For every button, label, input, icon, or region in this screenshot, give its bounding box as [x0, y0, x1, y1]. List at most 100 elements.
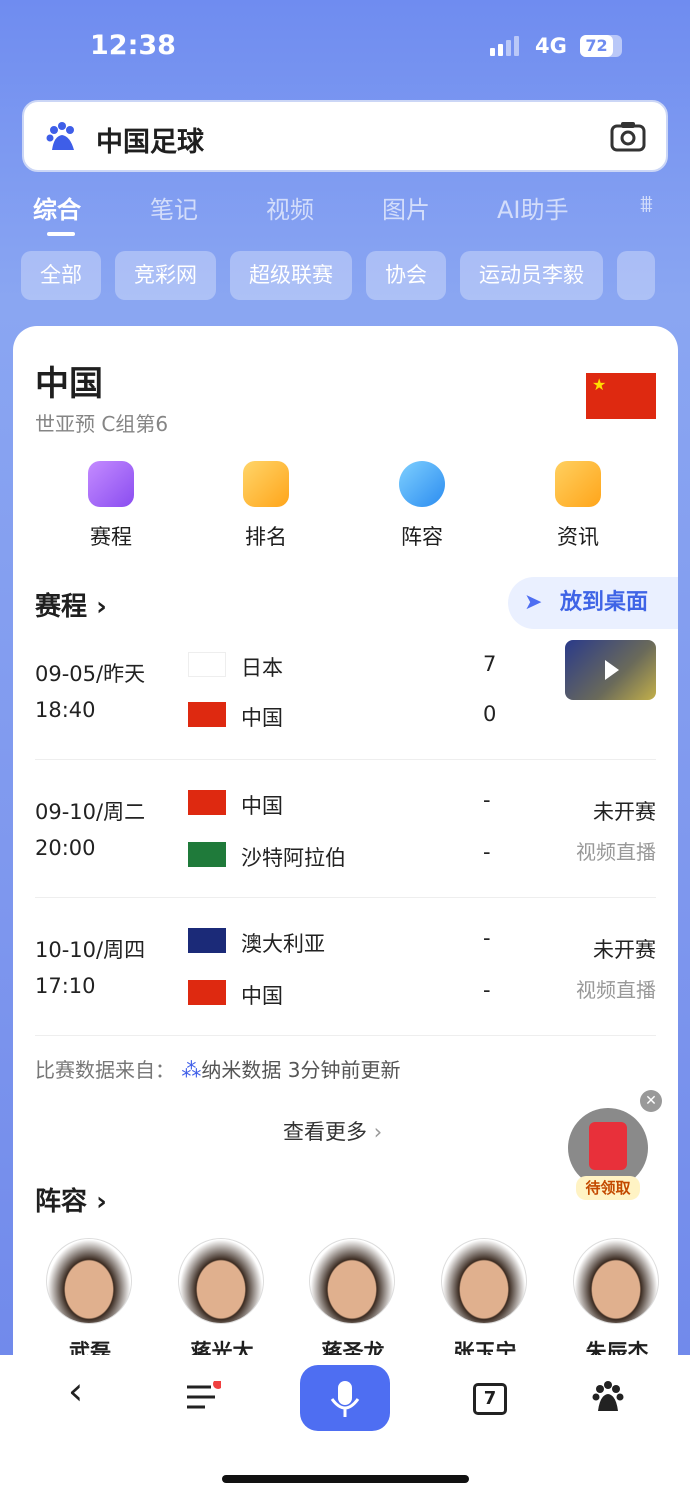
match-time: 18:40: [35, 698, 96, 722]
quick-label: 排名: [245, 525, 287, 549]
chip[interactable]: 协会: [366, 251, 446, 300]
chip[interactable]: 竞彩网: [115, 251, 216, 300]
away-team: 中国: [241, 706, 283, 730]
player[interactable]: 张玉宁: [441, 1238, 529, 1366]
schedule-heading[interactable]: 赛程 ›: [35, 586, 107, 623]
quick-lineup[interactable]: 阵容: [372, 461, 472, 551]
quick-news[interactable]: 资讯: [528, 461, 628, 551]
calendar-check-icon: [88, 461, 134, 507]
player[interactable]: 蒋圣龙: [309, 1238, 397, 1366]
live-link[interactable]: 视频直播: [576, 836, 656, 865]
australia-flag-icon: [188, 928, 226, 953]
network-label: 4G: [535, 34, 567, 58]
baidu-logo-icon: [46, 122, 74, 150]
nami-logo-icon: ⁂: [181, 1058, 202, 1082]
microphone-icon: [330, 1381, 360, 1417]
chip[interactable]: 超级联赛: [230, 251, 352, 300]
chip[interactable]: 全部: [21, 251, 101, 300]
away-team: 中国: [241, 984, 283, 1008]
quick-schedule[interactable]: 赛程: [61, 461, 161, 551]
team-subtitle: 世亚预 C组第6: [35, 412, 169, 436]
tabs-count-button[interactable]: 7: [473, 1383, 507, 1415]
tab-all[interactable]: 综合: [33, 190, 81, 236]
view-more-button[interactable]: 查看更多 ›: [283, 1116, 382, 1146]
status-bar: 12:38 4G 72: [0, 0, 690, 90]
saudi-flag-icon: [188, 842, 226, 867]
team-name: 中国: [35, 364, 103, 404]
tab-images[interactable]: 图片: [382, 190, 430, 225]
player-avatar: [178, 1238, 264, 1324]
home-score: -: [483, 926, 491, 950]
clock: 12:38: [90, 30, 176, 61]
quick-label: 赛程: [90, 525, 132, 549]
match-time: 20:00: [35, 836, 96, 860]
away-team: 沙特阿拉伯: [241, 846, 346, 870]
away-score: 0: [483, 702, 497, 726]
match-time: 17:10: [35, 974, 96, 998]
signal-icon: [490, 36, 519, 56]
home-score: -: [483, 788, 491, 812]
home-team: 日本: [241, 656, 283, 680]
red-envelope-icon: [589, 1122, 627, 1170]
menu-icon[interactable]: [185, 1381, 221, 1413]
home-team: 中国: [241, 794, 283, 818]
red-packet-float[interactable]: 待领取: [568, 1108, 648, 1200]
match-date: 09-05/昨天: [35, 662, 146, 686]
chart-icon: [243, 461, 289, 507]
match-row[interactable]: 09-10/周二 20:00 中国 沙特阿拉伯 - - 未开赛 视频直播: [35, 760, 656, 898]
tab-notes[interactable]: 笔记: [150, 190, 198, 225]
china-flag-icon: [188, 702, 226, 727]
chip[interactable]: 运动员李毅: [460, 251, 603, 300]
tab-ai[interactable]: AI助手: [497, 190, 569, 225]
red-packet-label: 待领取: [576, 1176, 640, 1200]
search-input[interactable]: 中国足球: [96, 120, 204, 159]
schedule-title: 赛程: [35, 592, 88, 622]
filter-chips: 全部 竞彩网 超级联赛 协会 运动员李毅: [21, 251, 655, 300]
home-score: 7: [483, 652, 497, 676]
match-status: 未开赛: [593, 800, 656, 824]
filter-icon[interactable]: ⩩: [640, 190, 653, 218]
player-avatar: [46, 1238, 132, 1324]
away-score: -: [483, 840, 491, 864]
match-row[interactable]: 10-10/周四 17:10 澳大利亚 中国 - - 未开赛 视频直播: [35, 898, 656, 1036]
china-flag-icon: [188, 980, 226, 1005]
folder-icon: [555, 461, 601, 507]
video-thumbnail[interactable]: [565, 640, 656, 700]
chevron-right-icon: ›: [373, 1120, 383, 1144]
match-date: 10-10/周四: [35, 938, 146, 962]
live-link[interactable]: 视频直播: [576, 974, 656, 1003]
quick-label: 资讯: [557, 525, 599, 549]
match-status: 未开赛: [593, 938, 656, 962]
baidu-home-icon[interactable]: [590, 1379, 626, 1415]
player[interactable]: 武磊: [46, 1238, 134, 1366]
data-source: 比赛数据来自： ⁂纳米数据 3分钟前更新: [35, 1054, 400, 1083]
lineup-title: 阵容: [35, 1187, 88, 1217]
quick-ranking[interactable]: 排名: [216, 461, 316, 551]
player-avatar: [573, 1238, 659, 1324]
home-indicator[interactable]: [222, 1475, 469, 1483]
view-more-label: 查看更多: [283, 1120, 367, 1144]
player[interactable]: 蒋光太: [178, 1238, 266, 1366]
back-icon[interactable]: ‹: [68, 1369, 83, 1413]
person-icon: [399, 461, 445, 507]
team-card: 中国 世亚预 C组第6 ★ 赛程 排名 阵容 资讯 赛程 › ➤ 放到桌面 09-…: [13, 326, 678, 1366]
match-row[interactable]: 09-05/昨天 18:40 日本 中国 7 0: [35, 622, 656, 760]
japan-flag-icon: [188, 652, 226, 677]
battery-icon: 72: [580, 35, 622, 57]
voice-search-button[interactable]: [300, 1365, 390, 1431]
tab-video[interactable]: 视频: [266, 190, 314, 225]
lineup-heading[interactable]: 阵容 ›: [35, 1181, 107, 1218]
player[interactable]: 朱辰杰: [573, 1238, 661, 1366]
player-avatar: [309, 1238, 395, 1324]
search-tabs: 综合 笔记 视频 图片 AI助手 ⩩: [0, 190, 690, 240]
home-team: 澳大利亚: [241, 932, 325, 956]
bottom-toolbar: ‹ 7: [0, 1355, 690, 1496]
search-bar[interactable]: 中国足球: [22, 100, 668, 172]
camera-icon[interactable]: [610, 120, 646, 152]
match-date: 09-10/周二: [35, 800, 146, 824]
close-icon[interactable]: ✕: [640, 1090, 662, 1112]
source-label: 比赛数据来自：: [35, 1058, 175, 1082]
quick-label: 阵容: [401, 525, 443, 549]
pin-label: 放到桌面: [560, 590, 649, 615]
chip[interactable]: [617, 251, 655, 300]
